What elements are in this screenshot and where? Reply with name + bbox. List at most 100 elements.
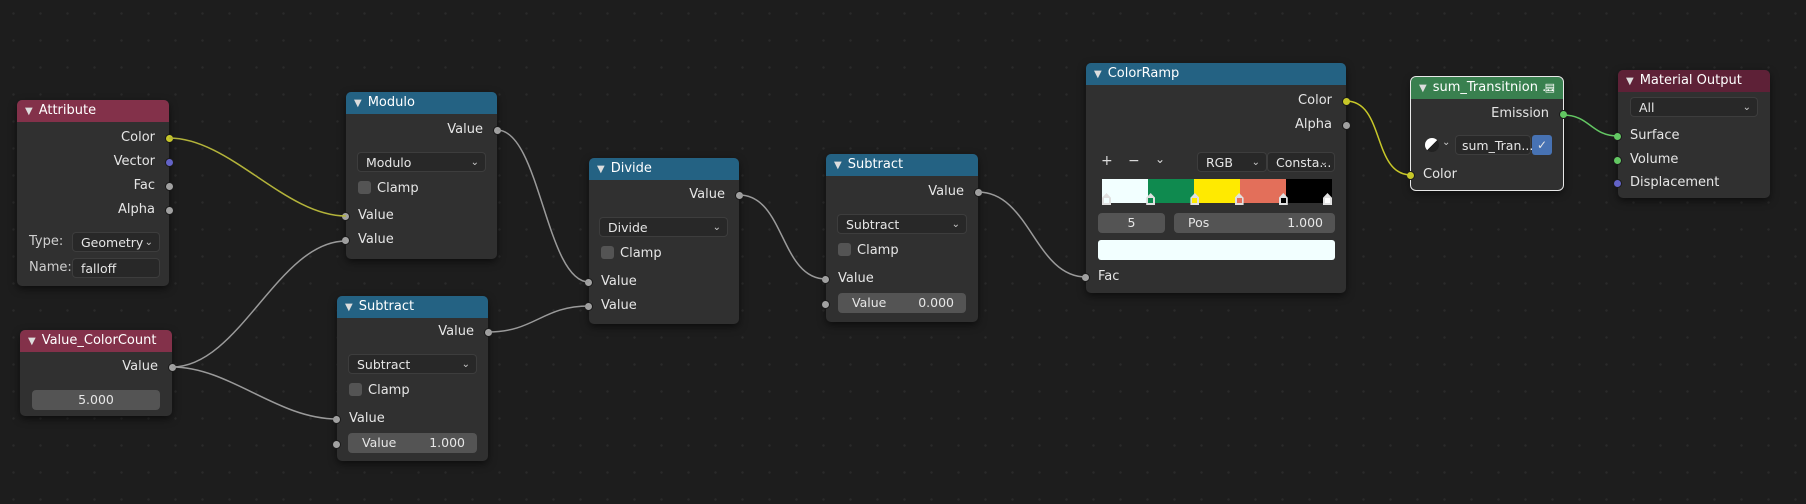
fac-socket-icon[interactable] — [1081, 273, 1090, 282]
checkbox-icon[interactable] — [838, 243, 851, 256]
input-value-2: Value — [584, 296, 739, 316]
stop-position-field[interactable]: Pos 1.000 — [1174, 213, 1335, 233]
type-dropdown[interactable]: Geometry ⌄ — [72, 232, 160, 252]
chevron-down-icon[interactable]: ⌄ — [1442, 137, 1450, 148]
colorramp-node[interactable]: ▼ ColorRamp Color Alpha + − ⌄ RGB ⌄ Consta… — [1081, 63, 1351, 293]
divide-node-header[interactable]: ▼ Divide — [589, 158, 739, 180]
operation-dropdown[interactable]: Divide ⌄ — [599, 217, 728, 237]
subtract-node-header[interactable]: ▼ Subtract — [337, 296, 488, 318]
add-stop-button[interactable]: + — [1101, 153, 1113, 169]
material-output-node[interactable]: ▼ Material Output All ⌄ Surface Volume Dis… — [1613, 70, 1770, 198]
divide-node[interactable]: ▼ Divide Value Divide ⌄ Clamp Value Value — [584, 158, 744, 324]
chevron-down-icon[interactable]: ⌄ — [1155, 152, 1165, 166]
colorramp-node-header[interactable]: ▼ ColorRamp — [1086, 63, 1346, 85]
value-socket-icon[interactable] — [974, 188, 983, 197]
target-dropdown[interactable]: All ⌄ — [1630, 97, 1758, 117]
material-output-header[interactable]: ▼ Material Output — [1618, 70, 1770, 92]
link-attribute-color-to-modulo — [168, 137, 347, 217]
remove-stop-button[interactable]: − — [1128, 153, 1140, 169]
ramp-segment — [1194, 179, 1240, 203]
value-node-header[interactable]: ▼ Value_ColorCount — [20, 330, 172, 352]
subtract-node-2[interactable]: ▼ Subtract Value Subtract ⌄ Clamp Value Va… — [821, 154, 983, 322]
clamp-checkbox[interactable]: Clamp — [346, 179, 497, 199]
operation-dropdown[interactable]: Subtract ⌄ — [837, 214, 967, 234]
collapse-chevron-icon[interactable]: ▼ — [1626, 76, 1634, 87]
collapse-chevron-icon[interactable]: ▼ — [25, 106, 33, 117]
fac-socket-icon[interactable] — [165, 182, 174, 191]
value-field[interactable]: Value 0.000 — [838, 293, 966, 313]
value-socket-icon[interactable] — [168, 363, 177, 372]
value-socket-icon[interactable] — [821, 300, 830, 309]
node-title: Modulo — [367, 95, 415, 110]
value-field[interactable]: 5.000 — [32, 390, 160, 410]
interpolation-dropdown[interactable]: Consta... ⌄ — [1267, 152, 1335, 172]
value-socket-icon[interactable] — [584, 302, 593, 311]
alpha-socket-icon[interactable] — [165, 206, 174, 215]
attribute-node-header[interactable]: ▼ Attribute — [17, 100, 169, 122]
collapse-chevron-icon[interactable]: ▼ — [597, 164, 605, 175]
attribute-node[interactable]: ▼ Attribute Color Vector Fac Alpha Type: … — [17, 100, 174, 286]
output-emission: Emission — [1411, 104, 1568, 124]
shader-socket-icon[interactable] — [1613, 132, 1622, 141]
active-stop-index-field[interactable]: 5 — [1098, 213, 1165, 233]
output-value: Value — [826, 182, 983, 202]
checkbox-icon[interactable] — [358, 181, 371, 194]
input-value: Value — [821, 269, 978, 289]
value-socket-icon[interactable] — [341, 212, 350, 221]
subtract-node-1[interactable]: ▼ Subtract Value Subtract ⌄ Clamp Value Va… — [332, 296, 493, 461]
modulo-node-header[interactable]: ▼ Modulo — [346, 92, 497, 114]
stop-color-swatch[interactable] — [1098, 240, 1335, 260]
color-socket-icon[interactable] — [165, 134, 174, 143]
shader-socket-icon[interactable] — [1559, 110, 1568, 119]
name-field[interactable]: falloff — [72, 258, 160, 278]
collapse-chevron-icon[interactable]: ▼ — [1419, 83, 1427, 94]
color-ramp-gradient[interactable] — [1102, 179, 1332, 203]
node-title: Subtract — [358, 299, 415, 314]
link-modulo-to-divide — [496, 129, 590, 283]
collapse-chevron-icon[interactable]: ▼ — [1094, 69, 1102, 80]
link-divide-to-subtract2 — [738, 194, 827, 280]
clamp-checkbox[interactable]: Clamp — [337, 381, 488, 401]
operation-dropdown[interactable]: Subtract ⌄ — [348, 354, 477, 374]
shader-socket-icon[interactable] — [1613, 156, 1622, 165]
value-socket-icon[interactable] — [584, 278, 593, 287]
modulo-node[interactable]: ▼ Modulo Value Modulo ⌄ Clamp Value Value — [341, 92, 502, 259]
node-group-icon[interactable]: ▤ — [1545, 77, 1555, 99]
color-socket-icon[interactable] — [1406, 171, 1415, 180]
link-colorramp-to-group — [1345, 100, 1412, 176]
sum-transition-group-node[interactable]: ▼ sum_Transitnion ... ▤ Emission ⌄ sum_Tra… — [1406, 76, 1568, 191]
value-field[interactable]: Value 1.000 — [348, 433, 477, 453]
chevron-down-icon: ⌄ — [461, 359, 470, 370]
color-socket-icon[interactable] — [1342, 97, 1351, 106]
value-socket-icon[interactable] — [332, 440, 341, 449]
value-socket-icon[interactable] — [493, 126, 502, 135]
collapse-chevron-icon[interactable]: ▼ — [28, 336, 36, 347]
checkbox-icon[interactable] — [601, 246, 614, 259]
clamp-checkbox[interactable]: Clamp — [826, 241, 978, 261]
node-tree-icon[interactable] — [1425, 138, 1439, 152]
collapse-chevron-icon[interactable]: ▼ — [345, 302, 353, 313]
node-title: Subtract — [847, 157, 904, 172]
group-datablock-field[interactable]: sum_Tran... — [1455, 135, 1533, 155]
clamp-checkbox[interactable]: Clamp — [589, 244, 739, 264]
subtract-node-header[interactable]: ▼ Subtract — [826, 154, 978, 176]
value-socket-icon[interactable] — [735, 191, 744, 200]
collapse-chevron-icon[interactable]: ▼ — [834, 160, 842, 171]
operation-dropdown[interactable]: Modulo ⌄ — [357, 152, 486, 172]
collapse-chevron-icon[interactable]: ▼ — [354, 98, 362, 109]
group-node-header[interactable]: ▼ sum_Transitnion ... ▤ — [1411, 77, 1563, 99]
vector-socket-icon[interactable] — [1613, 179, 1622, 188]
checkbox-icon[interactable] — [349, 383, 362, 396]
value-socket-icon[interactable] — [332, 415, 341, 424]
name-label: Name: — [29, 260, 72, 275]
vector-socket-icon[interactable] — [165, 158, 174, 167]
alpha-socket-icon[interactable] — [1342, 121, 1351, 130]
fake-user-shield-icon[interactable]: ✓ — [1532, 135, 1552, 155]
input-surface: Surface — [1613, 126, 1770, 146]
input-value: Value — [332, 409, 488, 429]
value-colorcount-node[interactable]: ▼ Value_ColorCount Value 5.000 — [20, 330, 177, 416]
color-mode-dropdown[interactable]: RGB ⌄ — [1197, 152, 1267, 172]
value-socket-icon[interactable] — [821, 275, 830, 284]
value-socket-icon[interactable] — [484, 328, 493, 337]
value-socket-icon[interactable] — [341, 236, 350, 245]
